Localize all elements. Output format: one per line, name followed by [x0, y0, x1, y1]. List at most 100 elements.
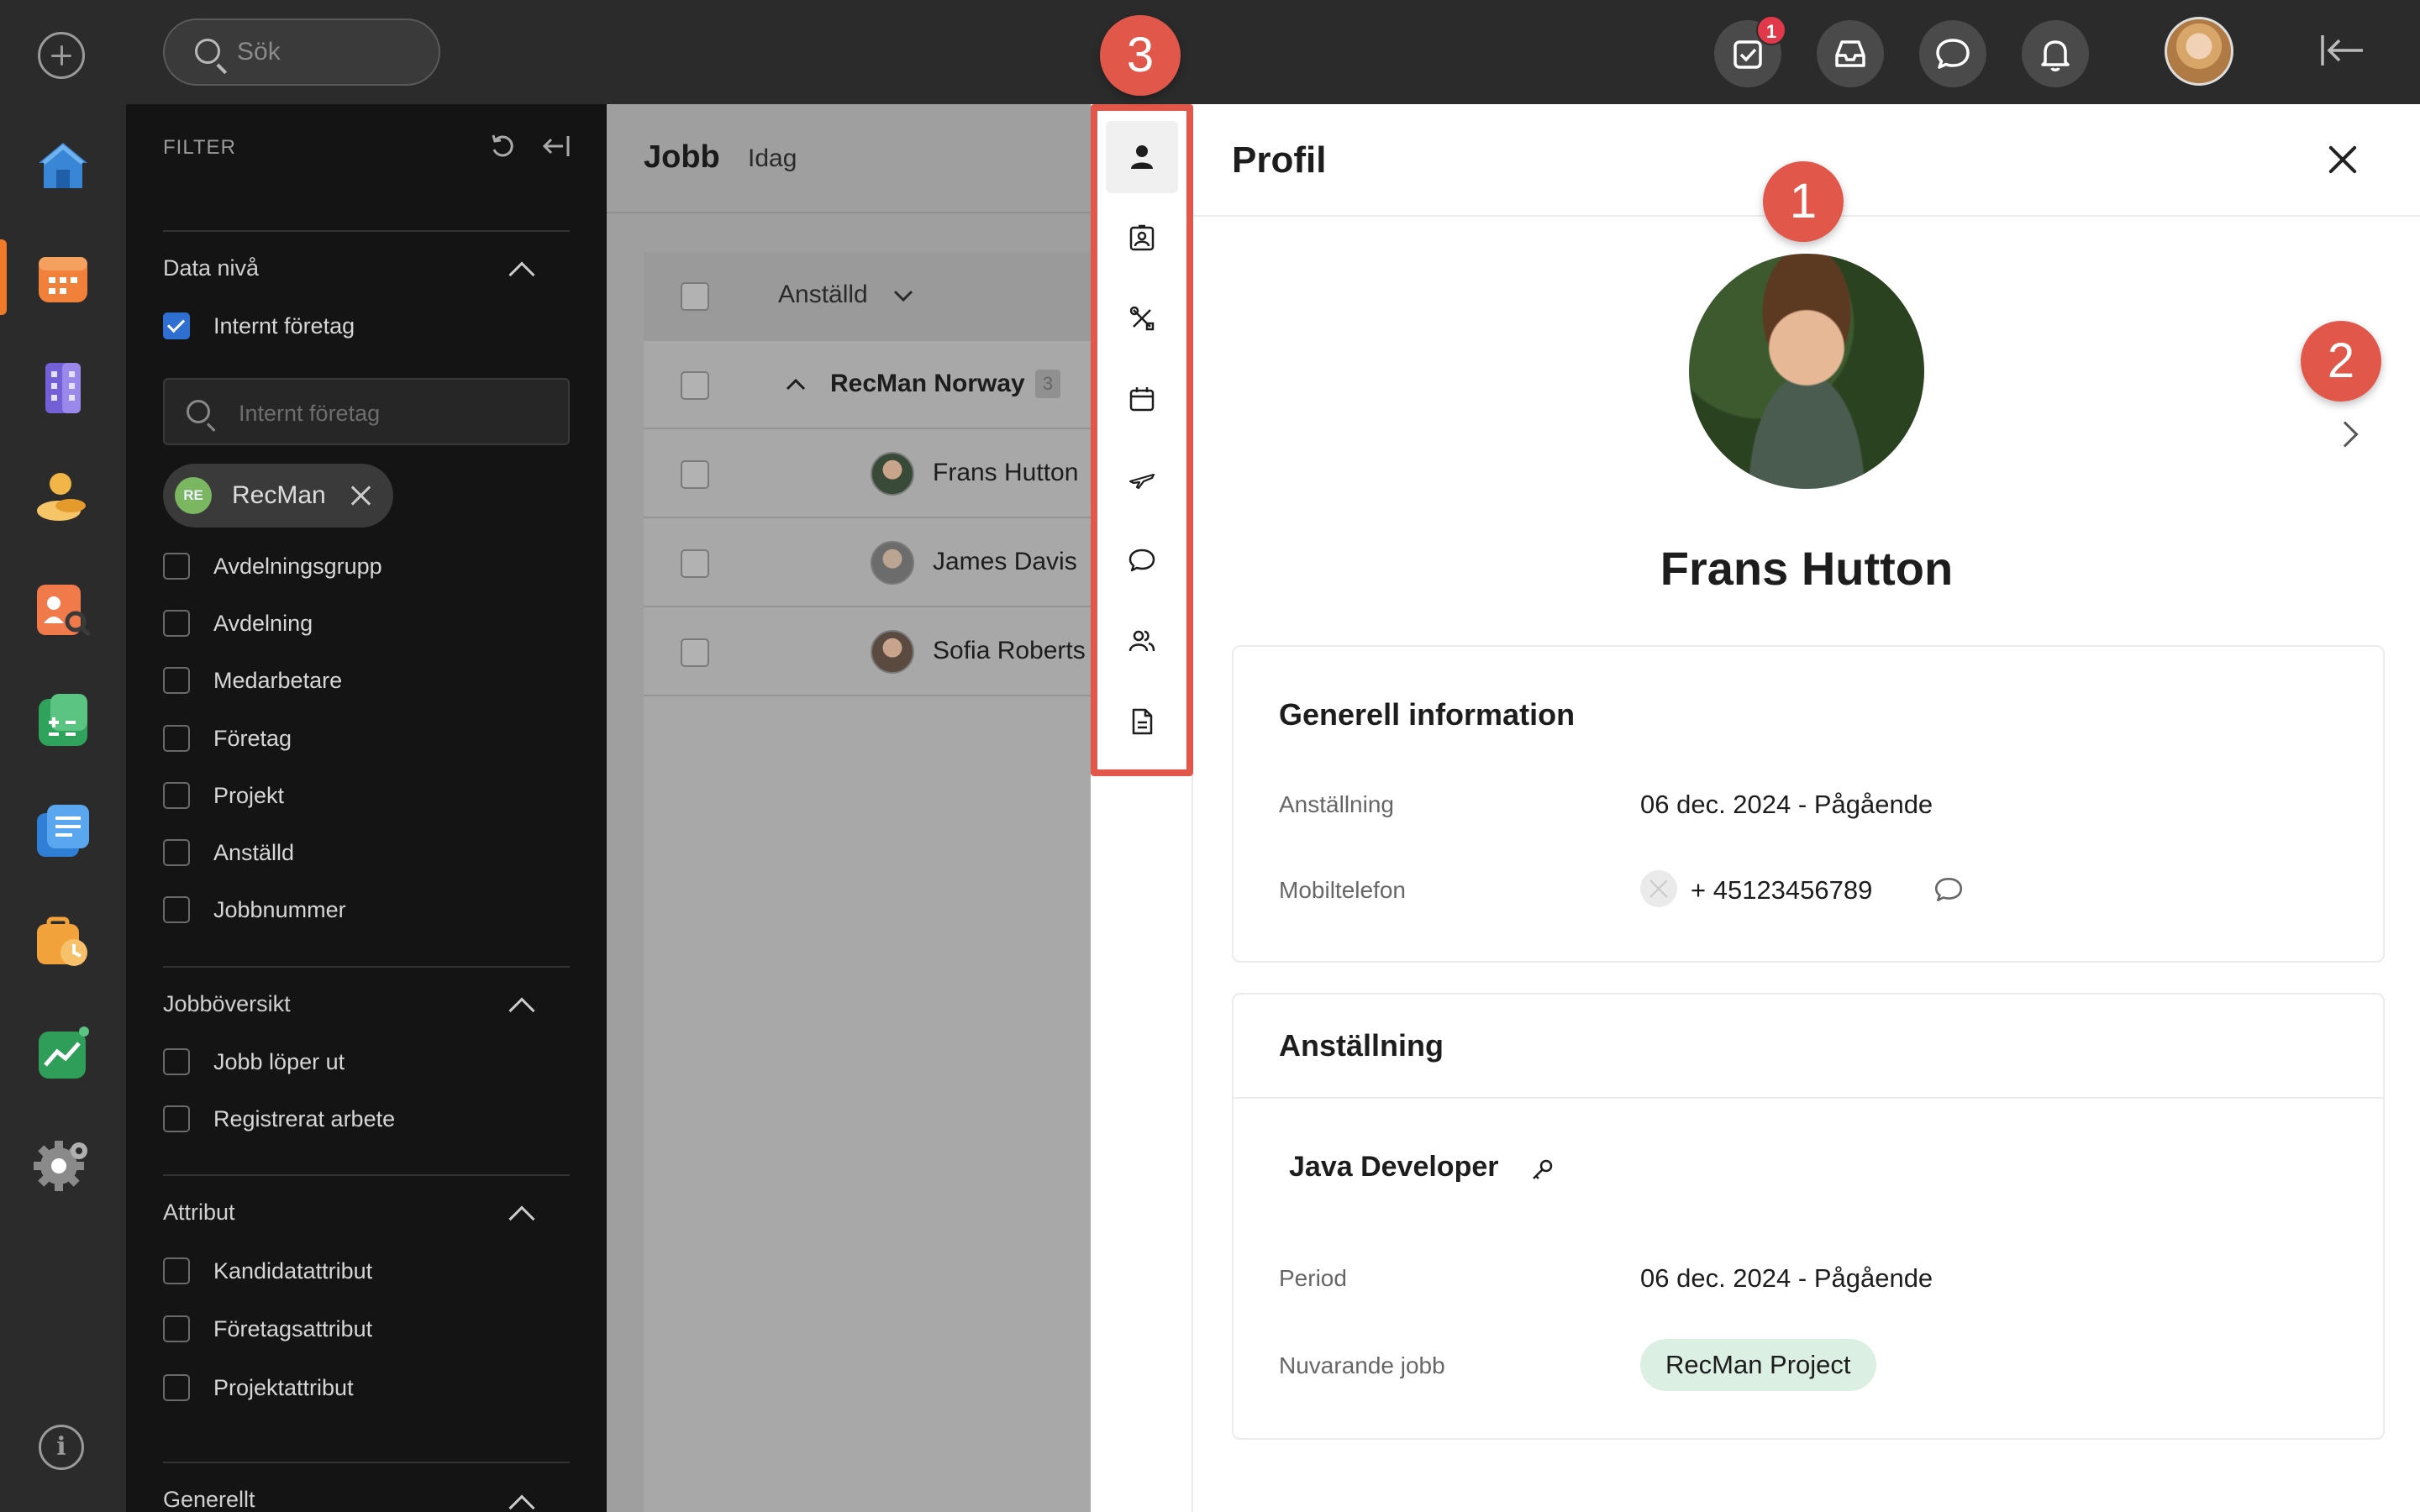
- filter-item[interactable]: Anställd: [163, 836, 294, 869]
- section-title-attribut[interactable]: Attribut: [163, 1200, 235, 1226]
- current-job-tag[interactable]: RecMan Project: [1640, 1339, 1876, 1391]
- building-app-icon[interactable]: [34, 358, 92, 417]
- card-title: Generell information: [1279, 697, 1576, 732]
- candidate-search-app-icon[interactable]: [34, 580, 92, 638]
- employee-name[interactable]: Frans Hutton: [933, 459, 1078, 487]
- phone-number[interactable]: + 45123456789: [1691, 875, 1872, 906]
- checkbox[interactable]: [163, 1105, 190, 1132]
- section-title-generellt[interactable]: Generellt: [163, 1487, 255, 1512]
- people-coins-app-icon[interactable]: [34, 467, 92, 526]
- settings-app-icon[interactable]: [34, 1134, 92, 1193]
- tools-icon: [1129, 306, 1155, 331]
- chat-button[interactable]: [1919, 20, 1986, 87]
- chevron-up-icon[interactable]: [508, 997, 535, 1024]
- checkbox[interactable]: [163, 553, 190, 580]
- filter-item[interactable]: Avdelning: [163, 606, 313, 640]
- sms-icon[interactable]: [1933, 874, 1965, 906]
- tab-people[interactable]: [1106, 605, 1178, 677]
- timesheet-app-icon[interactable]: [34, 912, 92, 971]
- filter-item[interactable]: Medarbetare: [163, 664, 342, 697]
- filter-item[interactable]: Projekt: [163, 779, 284, 812]
- company-filter-input[interactable]: [239, 396, 541, 430]
- tab-calendar[interactable]: [1106, 363, 1178, 435]
- checkbox[interactable]: [163, 839, 190, 866]
- table-row[interactable]: James Davis: [644, 519, 1097, 607]
- section-title-data-niva[interactable]: Data nivå: [163, 255, 259, 281]
- employee-name[interactable]: James Davis: [933, 548, 1077, 576]
- checkbox-checked[interactable]: [163, 312, 190, 339]
- checkbox[interactable]: [681, 460, 709, 489]
- header-divider: [607, 212, 1091, 213]
- tasks-button[interactable]: 1: [1714, 15, 1786, 87]
- chevron-up-icon[interactable]: [508, 1494, 535, 1512]
- add-icon[interactable]: [38, 32, 85, 79]
- job-title[interactable]: Java Developer: [1289, 1151, 1499, 1184]
- table-row[interactable]: Frans Hutton: [644, 430, 1097, 518]
- tab-comments[interactable]: [1106, 524, 1178, 596]
- checkbox[interactable]: [163, 782, 190, 809]
- tab-id-card[interactable]: [1106, 202, 1178, 274]
- growth-chart-app-icon[interactable]: [34, 1023, 92, 1082]
- global-search[interactable]: [163, 18, 440, 86]
- filter-item[interactable]: Jobb löper ut: [163, 1045, 345, 1079]
- field-value: 06 dec. 2024 - Pågående: [1640, 790, 1933, 819]
- info-icon[interactable]: i: [39, 1425, 84, 1470]
- checkbox[interactable]: [163, 1257, 190, 1284]
- chevron-up-icon[interactable]: [785, 378, 807, 391]
- employee-name[interactable]: Sofia Roberts: [933, 637, 1086, 665]
- checkbox[interactable]: [681, 549, 709, 578]
- filter-item[interactable]: Kandidatattribut: [163, 1254, 372, 1288]
- notifications-button[interactable]: [2022, 20, 2089, 87]
- chevron-down-icon[interactable]: [892, 289, 914, 302]
- chevron-right-icon[interactable]: [2332, 421, 2359, 448]
- checkbox[interactable]: [681, 638, 709, 667]
- remove-chip-icon[interactable]: [350, 484, 373, 507]
- checkbox[interactable]: [163, 1315, 190, 1342]
- reset-icon[interactable]: [487, 131, 518, 161]
- filter-item[interactable]: Jobbnummer: [163, 893, 346, 927]
- company-filter-search[interactable]: [163, 378, 570, 445]
- field-label: Mobiltelefon: [1279, 877, 1406, 903]
- checkbox[interactable]: [163, 725, 190, 752]
- tab-tools[interactable]: [1106, 282, 1178, 354]
- section-title-jobboversikt[interactable]: Jobböversikt: [163, 991, 291, 1017]
- checkbox[interactable]: [163, 667, 190, 694]
- chevron-up-icon[interactable]: [508, 1205, 535, 1232]
- checkbox[interactable]: [163, 896, 190, 923]
- filter-item[interactable]: Företag: [163, 722, 292, 755]
- checkbox[interactable]: [163, 610, 190, 637]
- calendar-app-icon[interactable]: [34, 249, 92, 307]
- filter-item[interactable]: Avdelningsgrupp: [163, 549, 382, 583]
- filter-item[interactable]: Projektattribut: [163, 1371, 354, 1404]
- group-row[interactable]: RecMan Norway 3: [644, 341, 1097, 429]
- section-divider: [163, 230, 570, 232]
- tab-documents[interactable]: [1106, 685, 1178, 758]
- tab-profile[interactable]: [1106, 121, 1178, 193]
- global-search-input[interactable]: [237, 35, 422, 69]
- date-filter[interactable]: Idag: [748, 144, 797, 173]
- user-avatar[interactable]: [2165, 17, 2233, 86]
- spreadsheet-app-icon[interactable]: [34, 692, 92, 751]
- close-icon[interactable]: [2328, 144, 2358, 175]
- document-icon: [1132, 708, 1153, 735]
- checkbox[interactable]: [163, 1048, 190, 1075]
- home-app-icon[interactable]: [34, 136, 92, 195]
- top-bar: 1: [126, 0, 2420, 104]
- filter-item[interactable]: Registrerat arbete: [163, 1102, 395, 1136]
- filter-item-internt-foretag[interactable]: Internt företag: [163, 309, 355, 343]
- collapse-filter-icon[interactable]: [541, 131, 571, 161]
- checkbox[interactable]: [681, 371, 709, 400]
- checkbox[interactable]: [163, 1374, 190, 1401]
- inbox-button[interactable]: [1817, 20, 1884, 87]
- app-rail: i: [0, 0, 126, 1512]
- documents-app-icon[interactable]: [34, 801, 92, 860]
- column-header-anstalld[interactable]: Anställd: [778, 281, 868, 309]
- table-row[interactable]: Sofia Roberts: [644, 608, 1097, 696]
- tab-travel[interactable]: [1106, 444, 1178, 516]
- collapse-panel-icon[interactable]: [2319, 32, 2366, 69]
- select-all-checkbox[interactable]: [681, 282, 709, 311]
- chevron-up-icon[interactable]: [508, 261, 535, 288]
- filter-item[interactable]: Företagsattribut: [163, 1312, 372, 1346]
- card-divider: [1234, 1097, 2383, 1099]
- filter-header: FILTER: [163, 136, 236, 159]
